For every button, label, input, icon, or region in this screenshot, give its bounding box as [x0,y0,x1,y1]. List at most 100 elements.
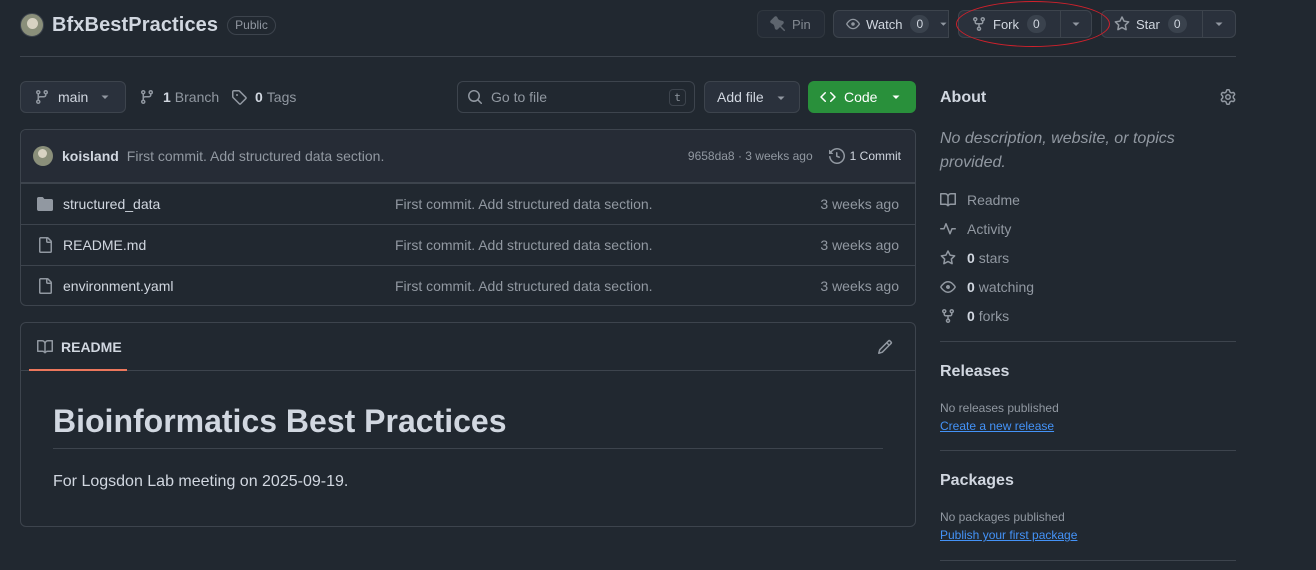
file-commit-message[interactable]: First commit. Add structured data sectio… [395,237,820,253]
author-avatar[interactable] [33,146,53,166]
commit-author[interactable]: koisland [62,148,119,164]
go-to-file-input[interactable]: Go to file t [457,81,695,113]
watching-label: watching [978,279,1035,295]
activity-link-label: Activity [967,221,1012,237]
fork-icon [942,309,954,324]
readme-tab[interactable]: README [37,323,122,371]
chevron-down-icon [1215,22,1223,26]
commit-message[interactable]: First commit. Add structured data sectio… [127,148,688,164]
fork-icon [973,17,985,32]
file-age: 3 weeks ago [820,278,899,294]
active-tab-underline [29,369,127,371]
sidebar-divider [940,450,1236,451]
file-commit-message[interactable]: First commit. Add structured data sectio… [395,278,820,294]
file-browser: koisland First commit. Add structured da… [20,129,916,306]
gear-icon[interactable] [1220,89,1236,105]
branch-selector[interactable]: main [20,81,126,113]
about-title: About [940,89,987,106]
watching-count: 0 [967,279,975,295]
fork-button[interactable]: Fork 0 [958,10,1061,38]
activity-link[interactable]: Activity [940,219,1011,239]
pin-icon [770,16,786,32]
forks-count: 0 [967,308,975,324]
commit-history-link[interactable]: 1 Commit [828,148,901,164]
pulse-icon [940,223,956,235]
chevron-down-icon [940,22,947,26]
chevron-down-icon [1072,22,1080,26]
code-label: Code [844,89,878,105]
publish-package-link[interactable]: Publish your first package [940,528,1077,542]
branch-icon [35,90,48,105]
add-file-label: Add file [717,89,764,105]
file-name[interactable]: structured_data [63,196,395,212]
sidebar-divider [940,341,1236,342]
readme-link[interactable]: Readme [940,190,1020,210]
file-row[interactable]: README.md First commit. Add structured d… [21,224,915,265]
pin-label: Pin [792,16,811,32]
file-row[interactable]: environment.yaml First commit. Add struc… [21,265,915,305]
file-age: 3 weeks ago [820,237,899,253]
readme-panel: README Bioinformatics Best Practices For… [20,322,916,527]
search-shortcut-key: t [669,88,686,106]
tag-count: 0 [255,89,263,105]
file-icon [39,237,52,253]
search-icon [468,90,483,105]
watch-button[interactable]: Watch 0 [833,10,949,38]
branches-link[interactable]: 1 Branch [139,81,219,113]
fork-dropdown-button[interactable] [1060,10,1092,38]
pin-button[interactable]: Pin [757,10,825,38]
stars-link[interactable]: 0 stars [940,248,1009,268]
star-label: Star [1136,16,1160,32]
commit-hash-time[interactable]: 9658da8 · 3 weeks ago [688,149,813,163]
packages-title[interactable]: Packages [940,472,1014,490]
commit-count-label: 1 Commit [849,149,901,163]
code-button[interactable]: Code [808,81,916,113]
branch-count-label: Branch [174,89,220,105]
stars-label: stars [978,250,1010,266]
create-release-link[interactable]: Create a new release [940,419,1054,433]
chevron-down-icon [892,95,900,99]
about-description: No description, website, or topics provi… [940,130,1175,171]
watch-label: Watch [866,16,903,32]
readme-paragraph: For Logsdon Lab meeting on 2025-09-19. [53,473,349,490]
releases-title[interactable]: Releases [940,363,1009,381]
branch-icon [140,90,153,105]
star-icon [1114,16,1130,31]
book-icon [37,339,53,353]
history-icon [828,148,845,164]
fork-label: Fork [993,16,1019,32]
branch-count: 1 [163,89,171,105]
file-row[interactable]: structured_data First commit. Add struct… [21,183,915,224]
file-name[interactable]: README.md [63,237,395,253]
eye-icon [940,281,956,293]
eye-icon [846,18,860,30]
watching-link[interactable]: 0 watching [940,277,1034,297]
releases-empty-text: No releases published [940,401,1059,415]
packages-empty-text: No packages published [940,510,1065,524]
star-button[interactable]: Star 0 [1101,10,1203,38]
latest-commit-bar: koisland First commit. Add structured da… [21,130,915,183]
forks-link[interactable]: 0 forks [940,306,1009,326]
file-commit-message[interactable]: First commit. Add structured data sectio… [395,196,820,212]
readme-link-label: Readme [967,192,1020,208]
forks-label: forks [978,308,1010,324]
tags-link[interactable]: 0 Tags [231,81,296,113]
repo-name[interactable]: BfxBestPractices [52,14,218,37]
pencil-icon[interactable] [877,339,893,355]
readme-tab-label: README [61,338,122,355]
book-icon [940,192,956,207]
star-dropdown-button[interactable] [1202,10,1236,38]
sidebar-divider [940,560,1236,561]
file-age: 3 weeks ago [820,196,899,212]
branch-name: main [58,89,89,105]
chevron-down-icon [101,95,109,99]
header-divider [20,56,1236,57]
readme-heading: Bioinformatics Best Practices [53,403,883,449]
file-icon [39,278,52,294]
file-name[interactable]: environment.yaml [63,278,395,294]
add-file-button[interactable]: Add file [704,81,800,113]
code-icon [820,91,836,103]
star-count: 0 [1167,15,1187,33]
owner-avatar[interactable] [20,13,44,37]
stars-count: 0 [967,250,975,266]
